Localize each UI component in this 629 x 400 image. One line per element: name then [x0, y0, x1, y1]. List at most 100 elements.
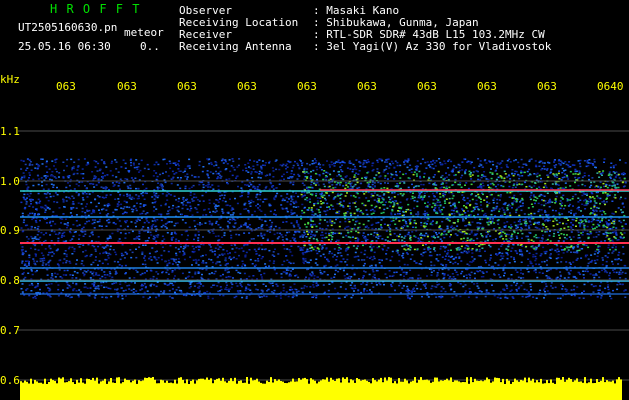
noise-pixel — [476, 222, 479, 224]
noise-pixel — [591, 192, 594, 195]
noise-pixel — [354, 284, 356, 287]
noise-pixel — [597, 191, 599, 194]
noise-pixel — [31, 273, 34, 276]
noise-pixel — [155, 230, 158, 232]
noise-pixel — [114, 270, 117, 273]
noise-pixel — [327, 289, 330, 292]
noise-pixel — [397, 239, 400, 241]
noise-pixel — [605, 233, 608, 235]
noise-pixel — [31, 284, 34, 286]
noise-pixel — [606, 223, 608, 225]
noise-pixel — [286, 259, 289, 261]
noise-pixel — [343, 296, 346, 298]
noise-pixel — [458, 164, 461, 167]
noise-pixel — [88, 235, 91, 238]
noise-pixel — [165, 227, 168, 229]
noise-pixel — [542, 246, 545, 249]
noise-pixel — [579, 199, 582, 201]
noise-pixel — [157, 256, 160, 259]
noise-pixel — [34, 286, 37, 289]
noise-pixel — [363, 289, 365, 291]
noise-pixel — [593, 158, 596, 161]
noise-pixel — [175, 206, 178, 209]
noise-pixel — [112, 185, 115, 187]
noise-pixel — [102, 177, 104, 179]
noise-pixel — [334, 186, 337, 189]
noise-pixel — [601, 291, 604, 293]
noise-pixel — [192, 290, 195, 293]
noise-pixel — [301, 236, 304, 238]
noise-pixel — [156, 236, 159, 238]
noise-pixel — [220, 159, 223, 162]
noise-pixel — [465, 244, 468, 247]
noise-pixel — [36, 285, 39, 287]
noise-pixel — [391, 255, 394, 258]
noise-pixel — [43, 257, 46, 259]
noise-pixel — [92, 183, 95, 185]
noise-pixel — [273, 198, 276, 201]
noise-pixel — [20, 201, 23, 204]
noise-pixel — [452, 258, 455, 260]
noise-pixel — [265, 295, 268, 298]
noise-pixel — [265, 198, 268, 200]
noise-pixel — [602, 233, 605, 235]
noise-pixel — [197, 204, 200, 206]
noise-pixel — [212, 172, 215, 175]
noise-pixel — [582, 223, 585, 225]
noise-pixel — [390, 284, 392, 286]
noise-pixel — [106, 237, 109, 240]
noise-pixel — [264, 263, 267, 265]
noise-pixel — [527, 264, 530, 267]
noise-pixel — [515, 250, 518, 253]
noise-pixel — [483, 171, 486, 173]
noise-pixel — [324, 176, 327, 179]
noise-pixel — [556, 276, 559, 279]
noise-pixel — [315, 160, 318, 162]
noise-pixel — [37, 225, 40, 228]
noise-pixel — [260, 219, 263, 221]
noise-pixel — [554, 249, 557, 252]
noise-pixel — [210, 161, 213, 164]
noise-pixel — [245, 167, 248, 169]
noise-pixel — [235, 247, 238, 249]
noise-pixel — [499, 195, 502, 198]
noise-pixel — [45, 183, 48, 186]
noise-pixel — [506, 254, 509, 256]
noise-pixel — [563, 176, 566, 178]
noise-pixel — [432, 220, 434, 222]
noise-pixel — [111, 232, 114, 235]
noise-pixel — [510, 224, 512, 226]
noise-pixel — [98, 209, 100, 211]
noise-pixel — [455, 271, 458, 273]
noise-pixel — [170, 194, 173, 196]
noise-pixel — [252, 168, 255, 170]
noise-pixel — [440, 290, 443, 292]
noise-pixel — [240, 224, 242, 227]
noise-pixel — [541, 237, 544, 239]
noise-pixel — [144, 192, 147, 194]
noise-pixel — [360, 291, 363, 294]
noise-pixel — [208, 220, 211, 223]
noise-pixel — [222, 162, 225, 164]
noise-pixel — [438, 158, 441, 160]
noise-pixel — [219, 226, 222, 229]
noise-pixel — [309, 286, 312, 288]
noise-pixel — [82, 244, 85, 246]
noise-pixel — [36, 228, 39, 230]
noise-pixel — [500, 166, 503, 169]
noise-pixel — [479, 270, 482, 272]
noise-pixel — [386, 158, 389, 161]
noise-pixel — [107, 287, 110, 289]
noise-pixel — [528, 168, 531, 171]
noise-pixel — [210, 163, 213, 166]
noise-pixel — [245, 287, 248, 290]
noise-pixel — [52, 195, 55, 197]
noise-pixel — [443, 160, 446, 162]
noise-pixel — [473, 283, 476, 285]
noise-pixel — [163, 250, 166, 252]
noise-pixel — [248, 232, 251, 234]
noise-pixel — [398, 284, 401, 287]
noise-pixel — [513, 173, 516, 175]
noise-pixel — [439, 248, 442, 250]
noise-pixel — [605, 265, 608, 267]
